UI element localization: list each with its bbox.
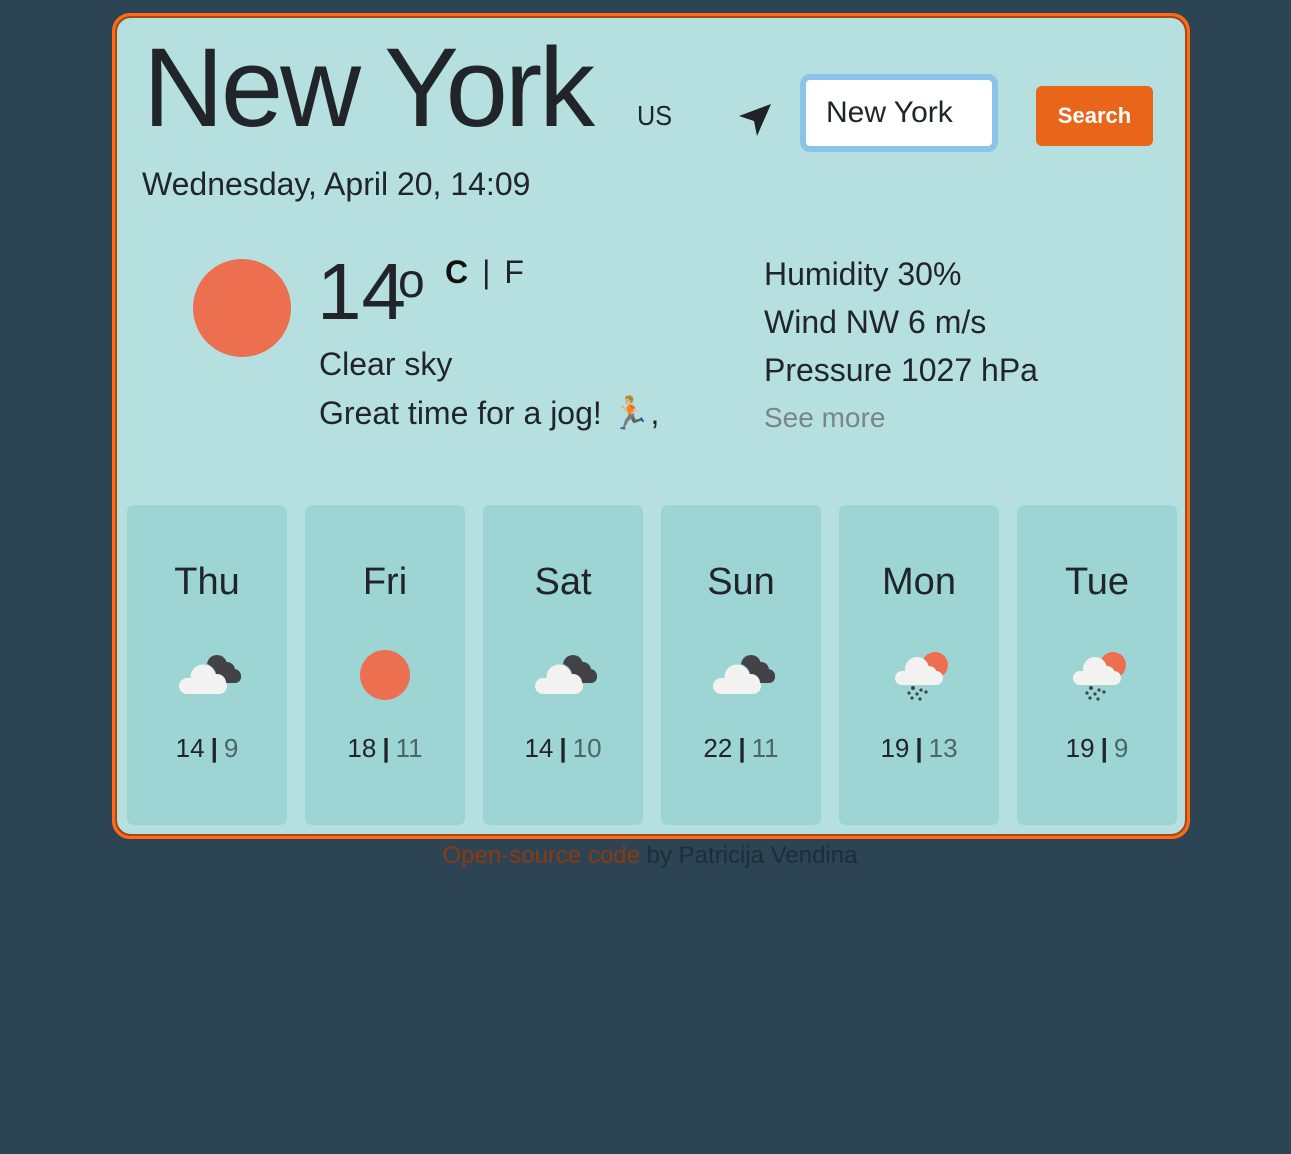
country-code: US [637, 100, 673, 131]
max-temperature: 19 [1065, 733, 1095, 763]
unit-toggle: C | F [445, 254, 524, 291]
min-temperature: 10 [572, 733, 602, 763]
celsius-link[interactable]: C [445, 254, 468, 290]
location-arrow-icon[interactable] [735, 100, 775, 140]
forecast-day-name: Sun [707, 561, 775, 603]
forecast-temperatures: 18 | 11 [305, 733, 465, 764]
cloudy-icon [167, 643, 247, 703]
weather-description: Clear sky [319, 346, 453, 382]
unit-separator: | [482, 254, 491, 290]
city-name: New York [143, 25, 595, 150]
forecast-day-mon: Mon 19 | 13 [839, 505, 999, 825]
sun-icon [193, 259, 291, 357]
min-temperature: 13 [928, 733, 958, 763]
see-more-link[interactable]: See more [764, 394, 1038, 442]
forecast-list: Thu 14 | 9 Fri 18 | 11 Sat 14 | 10 Sun 22 | 11 Mon 19 | 13 T… [127, 505, 1177, 825]
forecast-temperatures: 19 | 9 [1017, 733, 1177, 764]
cloudy-icon [523, 643, 603, 703]
min-temperature: 9 [1113, 733, 1129, 763]
forecast-temperatures: 19 | 13 [839, 733, 999, 764]
weather-advice: Great time for a jog! 🏃🏼, [319, 395, 660, 431]
forecast-day-name: Tue [1064, 561, 1130, 603]
temperature-separator: | [382, 733, 390, 763]
forecast-temperatures: 22 | 11 [661, 733, 821, 764]
rain-sun-icon [1057, 643, 1137, 703]
max-temperature: 18 [347, 733, 377, 763]
forecast-day-sat: Sat 14 | 10 [483, 505, 643, 825]
temperature-separator: | [915, 733, 923, 763]
cloudy-icon [701, 643, 781, 703]
pressure: Pressure 1027 hPa [764, 352, 1038, 388]
forecast-day-name: Sat [534, 561, 592, 603]
fahrenheit-link[interactable]: F [504, 254, 524, 290]
rain-sun-icon [879, 643, 959, 703]
search-button[interactable]: Search [1036, 86, 1153, 146]
max-temperature: 19 [880, 733, 910, 763]
author-credit: by Patricija Vendina [639, 842, 858, 869]
footer: Open-source code by Patricija Vendina [0, 842, 1291, 870]
min-temperature: 11 [751, 733, 779, 763]
city-search-input[interactable] [800, 74, 998, 152]
current-temperature: 14 [317, 247, 406, 336]
max-temperature: 22 [703, 733, 733, 763]
weather-details: Humidity 30% Wind NW 6 m/s Pressure 1027… [764, 250, 1038, 442]
weather-app-card: New York US Search Wednesday, April 20, … [112, 13, 1190, 839]
forecast-day-fri: Fri 18 | 11 [305, 505, 465, 825]
temperature-separator: | [559, 733, 567, 763]
temperature-separator: | [210, 733, 218, 763]
forecast-temperatures: 14 | 10 [483, 733, 643, 764]
forecast-day-name: Mon [882, 561, 956, 603]
current-date: Wednesday, April 20, 14:09 [142, 166, 531, 202]
min-temperature: 9 [223, 733, 239, 763]
degree-symbol: o [398, 255, 425, 308]
forecast-day-sun: Sun 22 | 11 [661, 505, 821, 825]
temperature-separator: | [1100, 733, 1108, 763]
source-code-link[interactable]: Open-source code [443, 842, 640, 869]
temperature-separator: | [738, 733, 746, 763]
forecast-day-name: Thu [174, 561, 240, 603]
sun-icon [345, 643, 425, 703]
wind: Wind NW 6 m/s [764, 304, 987, 340]
forecast-temperatures: 14 | 9 [127, 733, 287, 764]
forecast-day-tue: Tue 19 | 9 [1017, 505, 1177, 825]
humidity: Humidity 30% [764, 256, 962, 292]
max-temperature: 14 [524, 733, 554, 763]
forecast-day-name: Fri [362, 561, 408, 603]
max-temperature: 14 [175, 733, 205, 763]
min-temperature: 11 [395, 733, 423, 763]
forecast-day-thu: Thu 14 | 9 [127, 505, 287, 825]
